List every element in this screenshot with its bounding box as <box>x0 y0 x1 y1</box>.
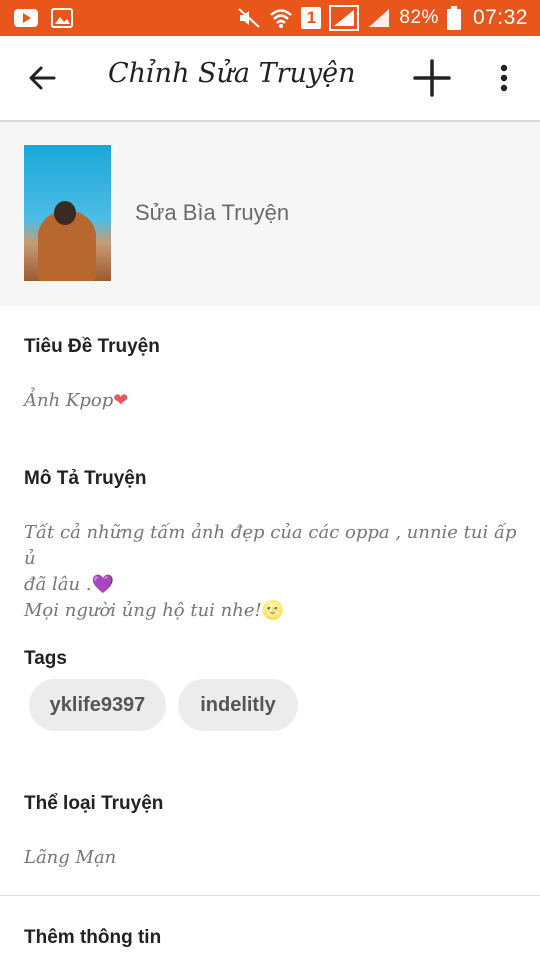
wifi-icon <box>269 7 293 29</box>
page-title: Chỉnh Sửa Truyện <box>108 58 356 89</box>
story-title-label: Tiêu Đề Truyện <box>24 336 160 357</box>
more-options-button[interactable] <box>490 62 518 94</box>
heart-emoji: ❤ <box>113 390 129 411</box>
purple-heart-emoji: 💜 <box>91 574 114 595</box>
story-cover-image[interactable] <box>24 145 111 281</box>
clock: 07:32 <box>472 6 528 29</box>
moon-face-emoji: 🌝 <box>261 600 285 621</box>
divider <box>0 895 540 896</box>
app-bar: Chỉnh Sửa Truyện <box>0 36 540 122</box>
description-line-3-wrap: Mọi người ủng hộ tui nhe!🌝 <box>24 598 524 624</box>
back-button[interactable] <box>24 60 60 96</box>
status-bar: 1 82% 07:32 <box>0 0 540 36</box>
add-part-button[interactable] <box>412 58 452 98</box>
battery-percent: 82% <box>399 7 439 28</box>
mute-icon <box>237 7 261 29</box>
description-line-2: đã lâu . <box>24 574 92 595</box>
more-vertical-icon <box>500 64 508 92</box>
signal-icon-2 <box>367 7 391 29</box>
description-line-2-wrap: đã lâu .💜 <box>24 572 524 598</box>
tags-label: Tags <box>24 648 67 669</box>
story-description-label: Mô Tả Truyện <box>24 468 147 489</box>
tag-chip[interactable]: yklife9397 <box>29 679 166 731</box>
description-line-1: Tất cả những tấm ảnh đẹp của các oppa , … <box>24 522 517 569</box>
category-value[interactable]: Lãng Mạn <box>24 845 116 871</box>
description-line-3: Mọi người ủng hộ tui nhe! <box>24 600 262 621</box>
plus-icon <box>413 59 451 97</box>
youtube-icon <box>14 7 38 29</box>
cover-section[interactable]: Sửa Bìa Truyện <box>0 122 540 306</box>
arrow-left-icon <box>29 66 56 90</box>
category-label: Thể loại Truyện <box>24 793 164 814</box>
story-title-value: Ảnh Kpop <box>24 390 114 411</box>
tag-chip[interactable]: indelitly <box>178 679 298 731</box>
cover-figure-head <box>54 201 76 225</box>
signal-icon-1 <box>329 5 360 31</box>
battery-icon <box>446 6 461 30</box>
edit-cover-label[interactable]: Sửa Bìa Truyện <box>135 200 289 226</box>
sim-slot-icon: 1 <box>301 7 322 29</box>
story-title-field[interactable]: Ảnh Kpop❤ <box>24 388 128 414</box>
gallery-icon <box>50 7 74 29</box>
more-info-label[interactable]: Thêm thông tin <box>24 927 161 949</box>
story-description-field[interactable]: Tất cả những tấm ảnh đẹp của các oppa , … <box>24 520 524 624</box>
